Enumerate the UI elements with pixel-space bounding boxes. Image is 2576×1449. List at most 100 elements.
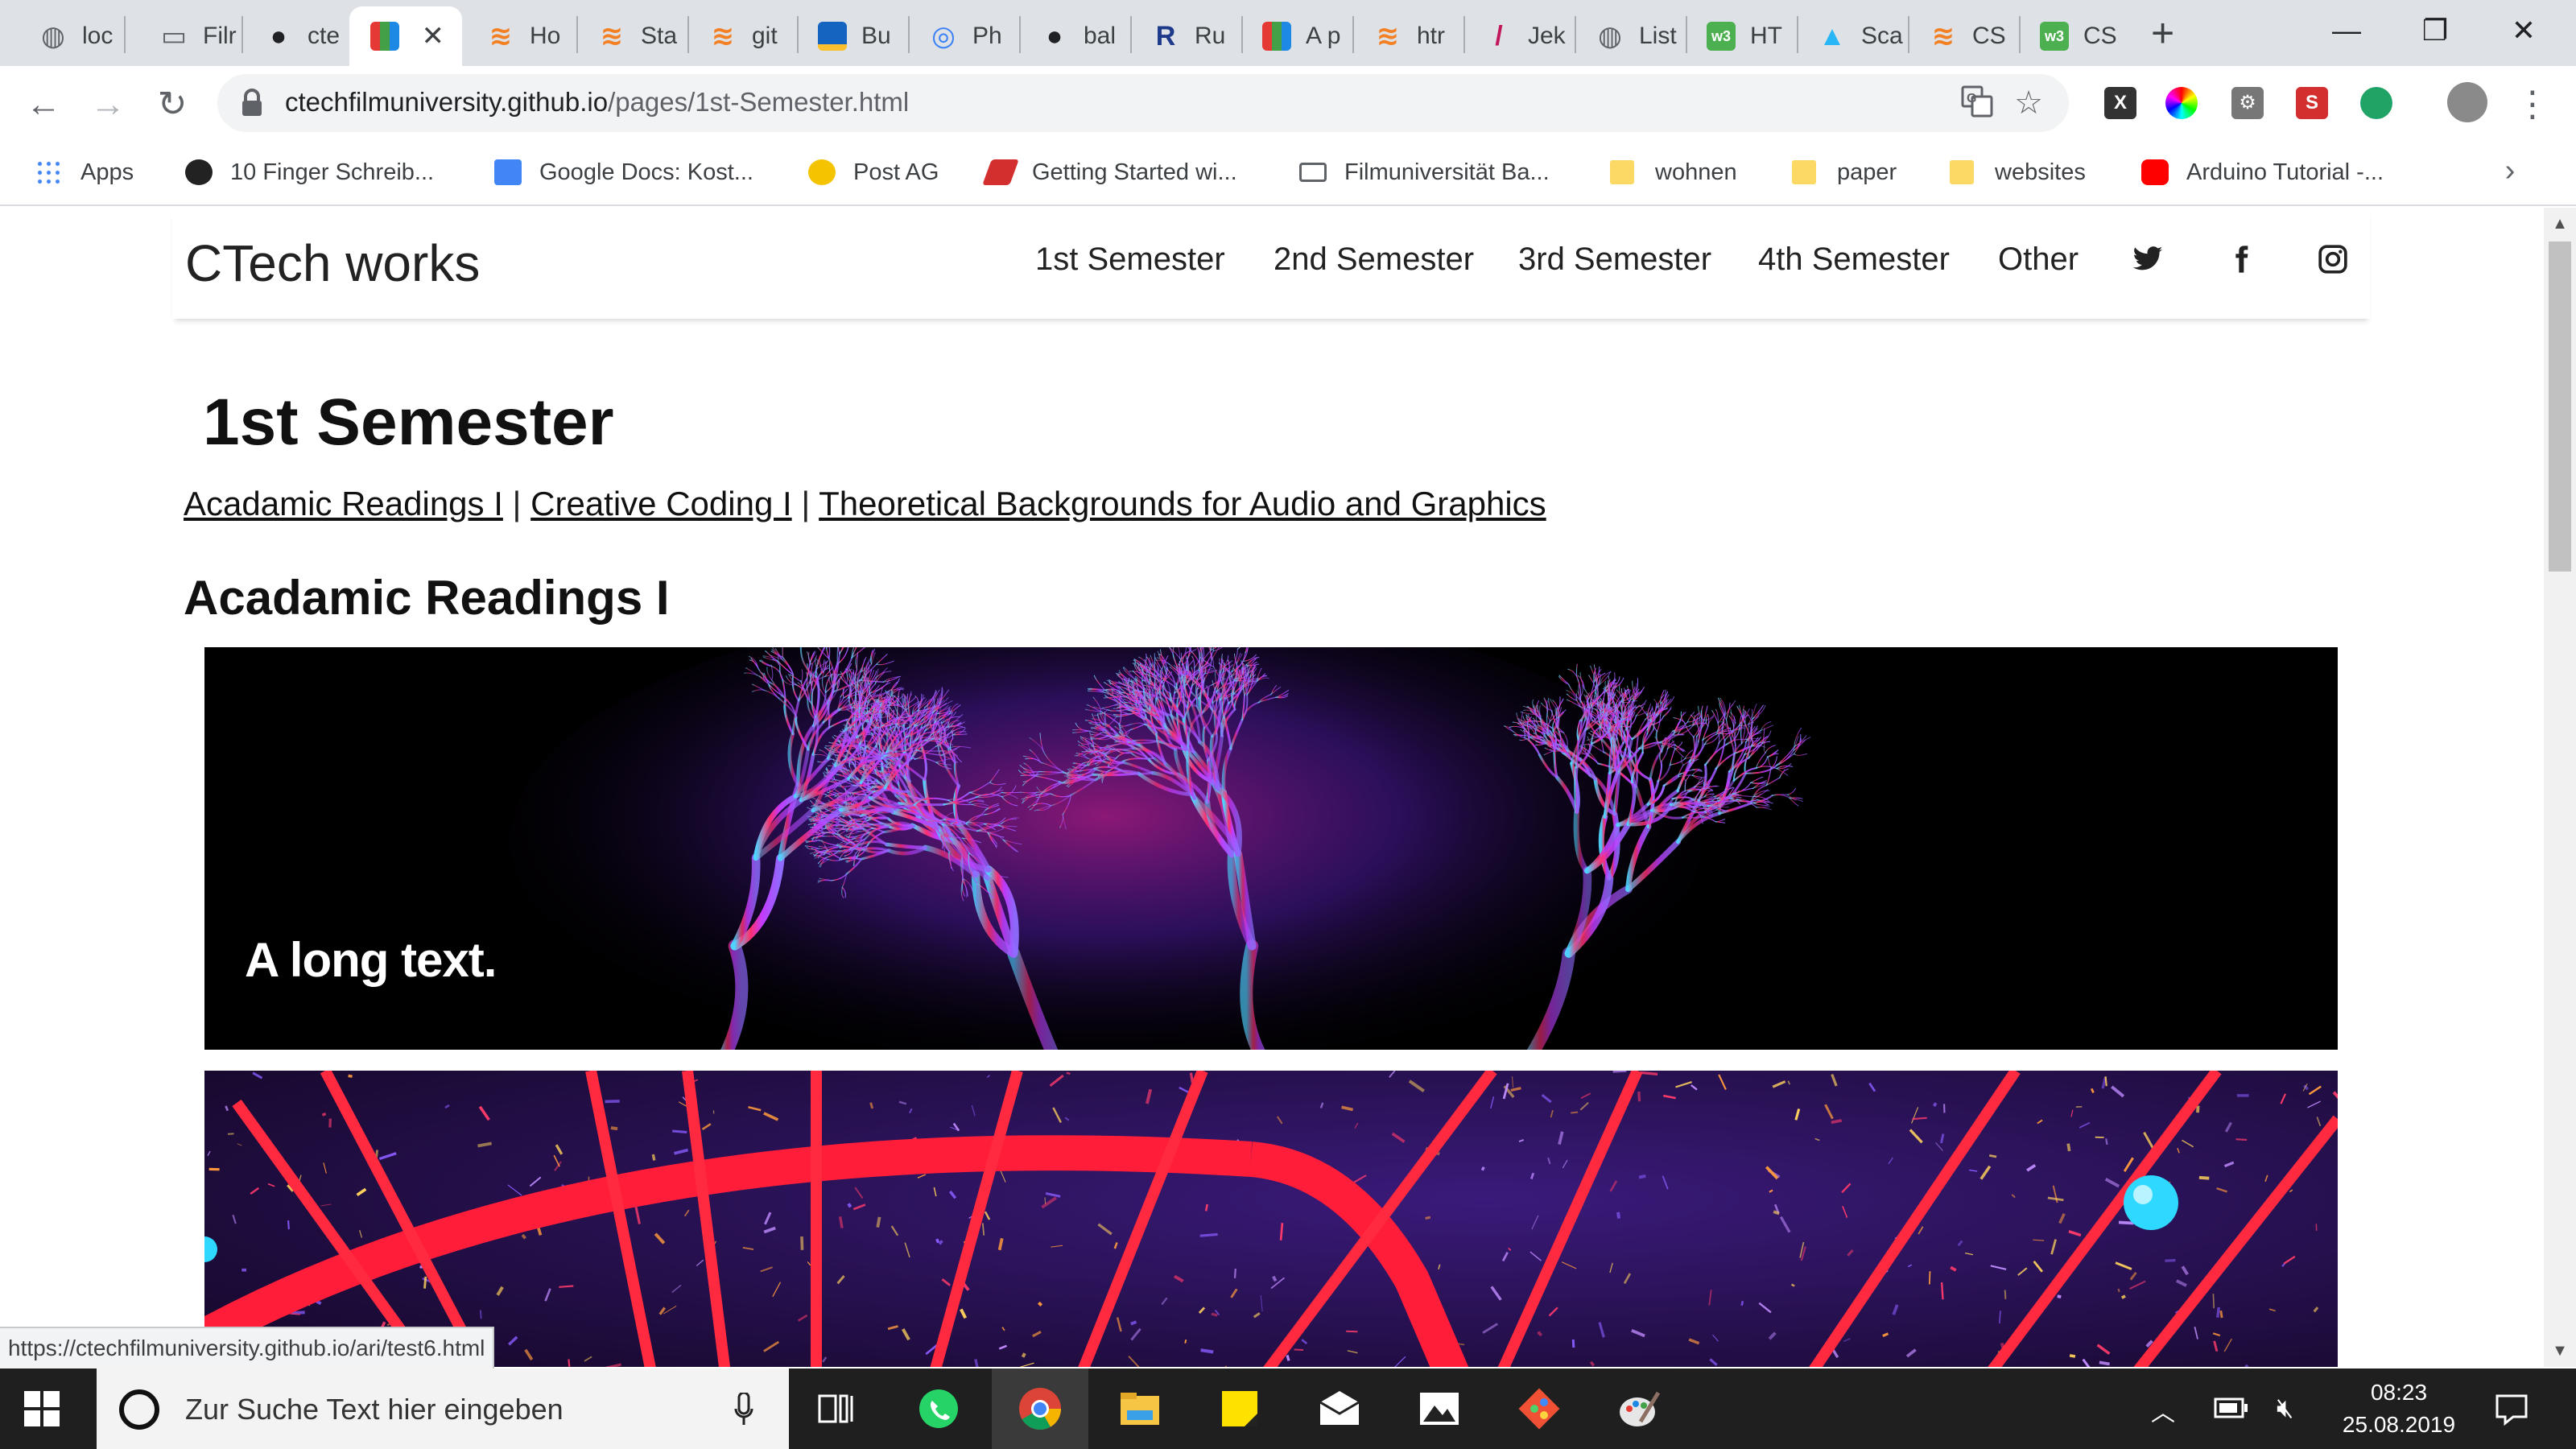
browser-tab[interactable]: ◍ loc [18,6,122,66]
forward-button[interactable]: → [85,82,130,127]
browser-tab[interactable]: w3 HT [1686,6,1795,66]
url-text[interactable]: ctechfilmuniversity.github.io/pages/1st-… [285,87,909,118]
tray-overflow-chevron-icon[interactable]: ︿ [2151,1393,2175,1428]
windows-start-icon[interactable] [24,1391,60,1426]
bookmark-item[interactable]: Filmuniversität Ba... [1299,155,1550,190]
address-bar[interactable]: ctechfilmuniversity.github.io/pages/1st-… [217,74,2069,132]
instagram-icon[interactable] [2317,243,2349,275]
bookmark-item[interactable]: websites [1950,155,2086,190]
notifications-icon[interactable] [2494,1391,2529,1426]
nav-2nd-semester[interactable]: 2nd Semester [1274,242,1474,278]
taskbar-search-box[interactable]: Zur Suche Text hier eingeben [97,1368,789,1449]
microphone-icon[interactable] [734,1393,753,1426]
extension-green-icon[interactable] [2360,87,2392,119]
whatsapp-icon[interactable] [916,1386,961,1431]
spark [847,1203,852,1208]
browser-tab[interactable]: R Ru [1130,6,1240,66]
photo-icon: ◎ [931,21,956,52]
facebook-icon[interactable] [2225,243,2257,275]
nav-3rd-semester[interactable]: 3rd Semester [1518,242,1711,278]
link-theoretical-backgrounds[interactable]: Theoretical Backgrounds for Audio and Gr… [819,485,1546,522]
star-icon[interactable]: ☆ [2011,85,2046,121]
scrollbar-thumb[interactable] [2549,242,2571,572]
spark [1279,1223,1284,1241]
file-explorer-icon[interactable] [1117,1386,1162,1431]
translate-icon[interactable]: G [1959,85,1995,121]
back-button[interactable]: ← [21,82,66,127]
bookmark-item[interactable]: Post AG [808,155,939,190]
browser-tab[interactable]: A p [1241,6,1351,66]
page-viewport: CTech works 1st Semester 2nd Semester 3r… [0,208,2544,1367]
section-title: Acadamic Readings I [184,571,670,625]
extension-x-icon[interactable]: X [2104,87,2136,119]
site-brand[interactable]: CTech works [185,233,480,293]
close-window-button[interactable]: ✕ [2487,8,2560,53]
page-scrollbar[interactable]: ▲ ▼ [2544,208,2576,1367]
browser-tab[interactable]: ✕ [349,6,462,66]
close-tab-icon[interactable]: ✕ [422,23,445,50]
browser-tab[interactable]: ≋ git [687,6,795,66]
nav-4th-semester[interactable]: 4th Semester [1758,242,1950,278]
bookmark-item[interactable]: Arduino Tutorial -... [2141,155,2384,190]
spark [2120,1294,2126,1299]
scroll-down-arrow-icon[interactable]: ▼ [2544,1335,2576,1367]
git-app-icon[interactable] [1517,1386,1562,1431]
browser-tab[interactable]: ≋ htr [1352,6,1462,66]
browser-tab[interactable]: w3 CS [2019,6,2128,66]
page-icon: ▭ [160,21,188,52]
page-title: 1st Semester [203,386,614,459]
browser-tab[interactable]: ◎ Ph [908,6,1018,66]
nav-1st-semester[interactable]: 1st Semester [1035,242,1225,278]
photos-icon[interactable] [1417,1386,1462,1431]
color-picker-extension-icon[interactable] [2165,87,2198,119]
browser-tab[interactable]: / Jek [1463,6,1573,66]
bookmark-item[interactable]: Getting Started wi... [982,155,1237,190]
minimize-button[interactable]: — [2310,8,2383,53]
spark [1638,1174,1646,1179]
spark [328,1118,332,1128]
hero-image-red-lines[interactable] [204,1071,2338,1367]
getting-started-icon [982,159,1019,185]
extension-tool-icon[interactable]: ⚙ [2231,87,2264,119]
link-creative-coding[interactable]: Creative Coding I [530,485,792,522]
twitter-icon[interactable] [2132,243,2164,275]
battery-icon[interactable] [2214,1396,2249,1420]
profile-avatar[interactable] [2447,82,2487,122]
sticky-notes-icon[interactable] [1217,1386,1262,1431]
menu-kebab-icon[interactable]: ⋮ [2510,82,2555,127]
new-tab-button[interactable]: + [2151,13,2174,53]
tree-branch [1212,647,1215,651]
maximize-button[interactable]: ❐ [2399,8,2471,53]
bookmark-item[interactable]: paper [1792,155,1897,190]
taskbar-clock[interactable]: 08:23 25.08.2019 [2318,1377,2479,1441]
browser-tab[interactable]: ▲ Sca [1797,6,1906,66]
tab-title: CS [2083,23,2117,49]
tab-strip: ◍ loc ▭ Filr ● cte ✕ ≋ Ho ≋ Sta ≋ git Bu ◎ Ph ● bal R Ru A p… [0,0,2576,66]
bookmark-item[interactable]: Google Docs: Kost... [494,155,753,190]
link-acadamic-readings[interactable]: Acadamic Readings I [184,485,503,522]
browser-tab[interactable]: Bu [797,6,906,66]
spark [2212,1294,2215,1309]
browser-tab[interactable]: ● cte [243,6,354,66]
browser-tab[interactable]: ≋ CS [1908,6,2017,66]
browser-tab[interactable]: ◍ List [1575,6,1684,66]
reload-button[interactable]: ↻ [150,82,195,127]
jekyll-icon: / [1495,20,1503,52]
bookmark-item[interactable]: wohnen [1610,155,1737,190]
nav-other[interactable]: Other [1998,242,2079,278]
task-view-icon[interactable] [815,1386,860,1431]
bookmarks-overflow-chevron-icon[interactable]: › [2487,148,2533,193]
browser-tab[interactable]: ▭ Filr [138,6,240,66]
browser-tab[interactable]: ≋ Ho [465,6,575,66]
extension-s-icon[interactable]: S [2296,87,2328,119]
chrome-icon[interactable] [1018,1386,1063,1431]
bookmark-item[interactable]: 10 Finger Schreib... [185,155,434,190]
scroll-up-arrow-icon[interactable]: ▲ [2544,208,2576,240]
paint-icon[interactable] [1616,1386,1662,1431]
bookmark-item[interactable]: Apps [35,155,134,190]
volume-muted-icon[interactable]: 🔇︎ [2277,1393,2293,1424]
mail-icon[interactable] [1317,1386,1362,1431]
hero-image-tree[interactable]: A long text. [204,647,2338,1050]
browser-tab[interactable]: ≋ Sta [576,6,686,66]
browser-tab[interactable]: ● bal [1019,6,1129,66]
